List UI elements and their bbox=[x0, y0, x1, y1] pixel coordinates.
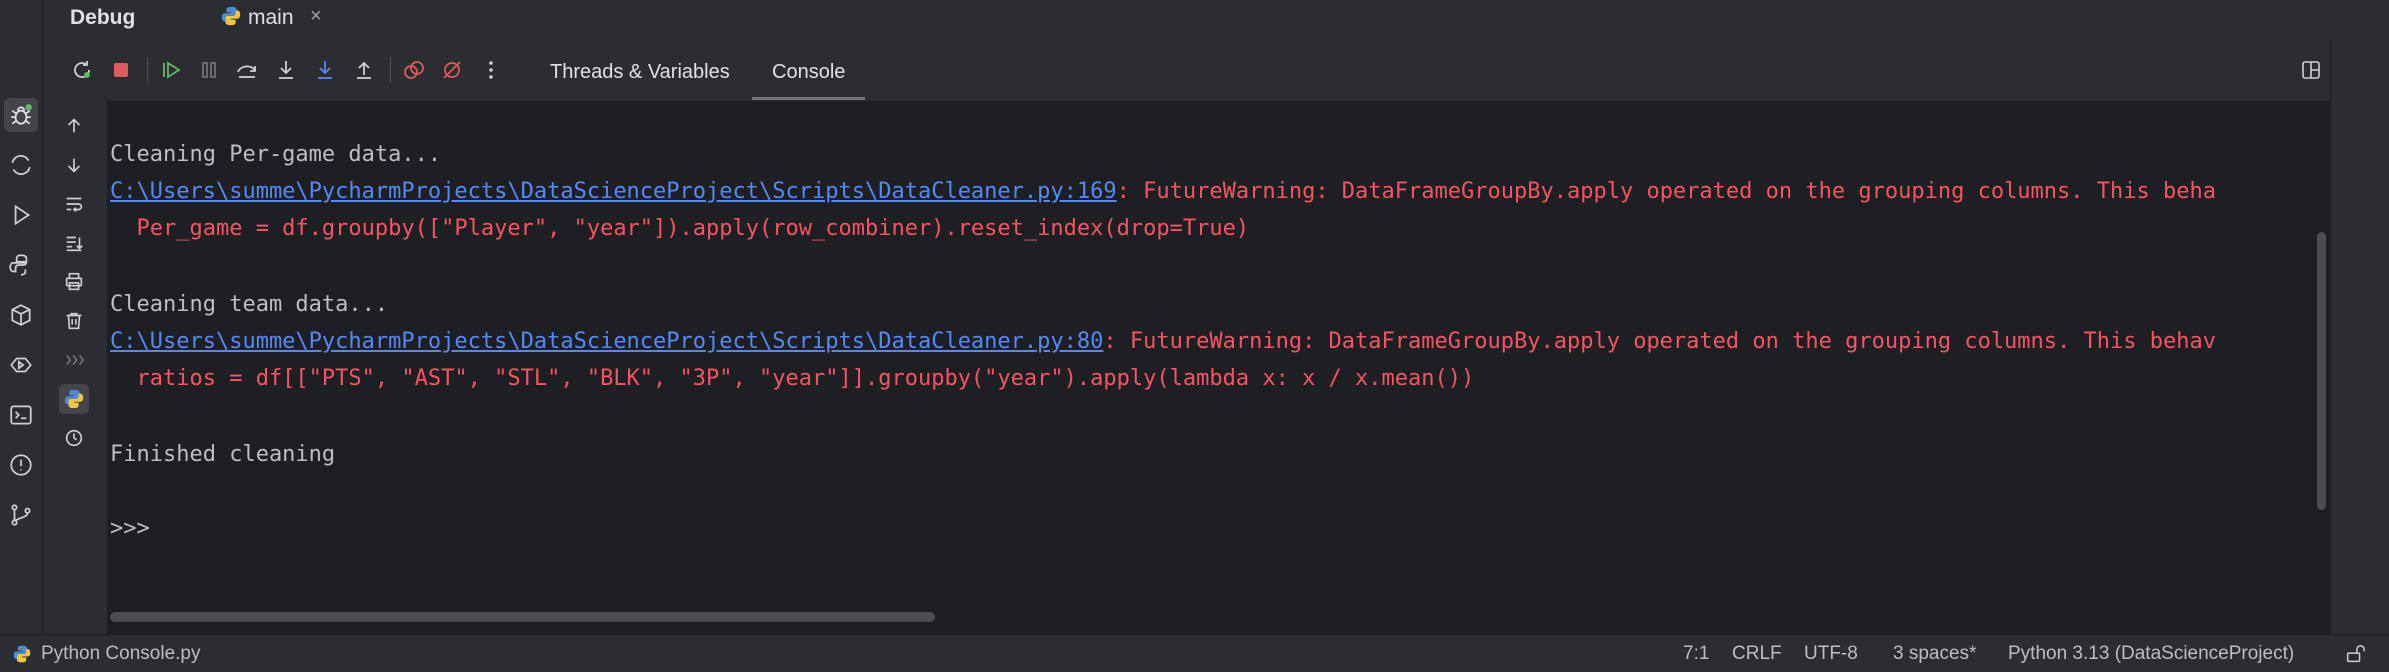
print-icon[interactable] bbox=[59, 267, 89, 297]
status-encoding[interactable]: UTF-8 bbox=[1804, 643, 1858, 665]
version-control-icon[interactable] bbox=[4, 498, 38, 532]
soft-wrap-icon[interactable] bbox=[59, 189, 89, 219]
layout-settings-icon[interactable] bbox=[2295, 54, 2327, 86]
horizontal-scrollbar-thumb[interactable] bbox=[110, 612, 935, 622]
mute-breakpoints-icon[interactable] bbox=[436, 54, 468, 86]
vertical-scrollbar-thumb[interactable] bbox=[2317, 232, 2326, 510]
console-line: Cleaning team data... bbox=[110, 292, 389, 317]
lock-icon[interactable] bbox=[2344, 643, 2366, 665]
status-file-name[interactable]: Python Console.py bbox=[41, 643, 201, 665]
python-file-icon bbox=[221, 6, 241, 26]
console-line: ratios = df[["PTS", "AST", "STL", "BLK",… bbox=[110, 366, 1475, 391]
toolbar-separator bbox=[390, 57, 391, 83]
view-breakpoints-icon[interactable] bbox=[398, 54, 430, 86]
console-line: Cleaning Per-game data... bbox=[110, 142, 442, 167]
step-out-icon[interactable] bbox=[348, 54, 380, 86]
resume-icon[interactable] bbox=[155, 54, 187, 86]
history-icon[interactable] bbox=[59, 423, 89, 453]
scroll-down-icon[interactable] bbox=[59, 150, 89, 180]
toolbar-separator bbox=[147, 57, 148, 83]
close-tab-icon[interactable]: × bbox=[310, 5, 322, 28]
step-over-icon[interactable] bbox=[231, 54, 263, 86]
console-line: C:\Users\summe\PycharmProjects\DataScien… bbox=[110, 328, 2216, 356]
status-caret-position[interactable]: 7:1 bbox=[1683, 643, 1709, 665]
warning-message: : FutureWarning: DataFrameGroupBy.apply … bbox=[1116, 179, 2216, 204]
debug-panel-header: Debug main × bbox=[43, 0, 2389, 44]
file-link[interactable]: C:\Users\summe\PycharmProjects\DataScien… bbox=[110, 179, 1117, 204]
console-prompt[interactable]: >>> bbox=[110, 515, 150, 543]
python-file-icon bbox=[13, 645, 31, 663]
tab-console[interactable]: Console bbox=[772, 61, 845, 84]
more-icon[interactable] bbox=[475, 54, 507, 86]
console-output[interactable]: Cleaning Per-game data... C:\Users\summe… bbox=[110, 101, 2328, 634]
warning-message: : FutureWarning: DataFrameGroupBy.apply … bbox=[1103, 329, 2216, 354]
left-tool-window-bar bbox=[0, 0, 43, 634]
run-tab-label: main bbox=[248, 6, 294, 29]
problems-icon[interactable] bbox=[4, 448, 38, 482]
console-line: Per_game = df.groupby(["Player", "year"]… bbox=[110, 216, 1250, 241]
run-icon[interactable] bbox=[4, 198, 38, 232]
debug-toolbar: Threads & Variables Console bbox=[43, 40, 2389, 102]
console-line: Finished cleaning bbox=[110, 442, 336, 467]
terminal-icon[interactable] bbox=[4, 398, 38, 432]
stop-icon[interactable] bbox=[105, 54, 137, 86]
python-console-icon[interactable] bbox=[4, 248, 38, 282]
file-link[interactable]: C:\Users\summe\PycharmProjects\DataScien… bbox=[110, 329, 1103, 354]
status-interpreter[interactable]: Python 3.13 (DataScienceProject) bbox=[2008, 643, 2294, 665]
console-gutter bbox=[43, 101, 108, 634]
expand-more-icon[interactable] bbox=[59, 345, 89, 375]
right-tool-window-bar bbox=[2330, 40, 2389, 634]
python-packages-icon[interactable] bbox=[4, 298, 38, 332]
debug-icon[interactable] bbox=[4, 98, 38, 132]
commit-icon[interactable] bbox=[4, 148, 38, 182]
status-indent[interactable]: 3 spaces* bbox=[1893, 643, 1976, 665]
pause-icon[interactable] bbox=[193, 54, 225, 86]
run-config-tab[interactable]: main × bbox=[210, 0, 340, 44]
python-console-icon[interactable] bbox=[59, 384, 89, 414]
console-line: C:\Users\summe\PycharmProjects\DataScien… bbox=[110, 178, 2216, 206]
step-into-icon[interactable] bbox=[270, 54, 302, 86]
services-icon[interactable] bbox=[4, 348, 38, 382]
rerun-icon[interactable] bbox=[66, 54, 98, 86]
status-line-separator[interactable]: CRLF bbox=[1732, 643, 1782, 665]
scroll-to-end-icon[interactable] bbox=[59, 228, 89, 258]
scroll-up-icon[interactable] bbox=[59, 111, 89, 141]
tab-threads-variables[interactable]: Threads & Variables bbox=[550, 61, 730, 84]
console-tab-indicator bbox=[752, 97, 865, 100]
step-into-my-code-icon[interactable] bbox=[309, 54, 341, 86]
status-bar: Python Console.py 7:1 CRLF UTF-8 3 space… bbox=[0, 634, 2389, 672]
panel-title: Debug bbox=[70, 6, 136, 29]
clear-all-icon[interactable] bbox=[59, 306, 89, 336]
